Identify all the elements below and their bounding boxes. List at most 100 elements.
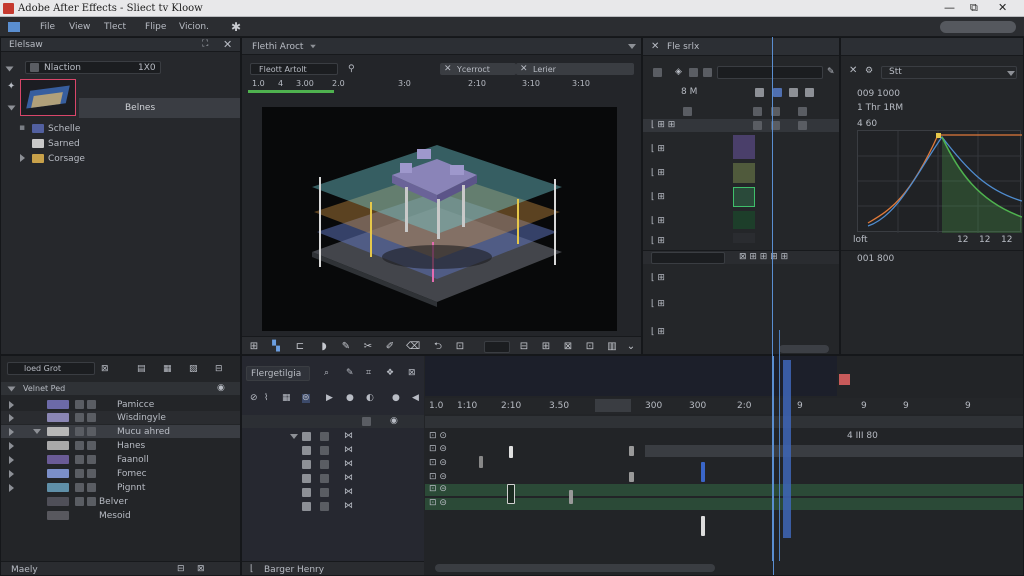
selected-keyframe[interactable]	[783, 360, 791, 538]
zoom-field[interactable]	[484, 341, 510, 353]
footer-trash-icon[interactable]: ⊟	[177, 565, 185, 574]
mask-icon[interactable]: ◗	[318, 341, 330, 353]
selected-item-row[interactable]: Belnes	[79, 98, 240, 118]
motion-blur-icon[interactable]: ❖	[386, 369, 394, 378]
switch-icon-7[interactable]: ◐	[366, 394, 374, 403]
close-panel-icon[interactable]: ✕	[223, 39, 232, 50]
folder-sarned[interactable]: Sarned	[48, 140, 80, 149]
arrow-back-icon[interactable]: ⮌	[432, 341, 444, 353]
viewer-tab-b[interactable]: ✕ Lerier	[516, 63, 634, 75]
viewer-comp-field[interactable]: Fleott Artolt	[250, 63, 338, 75]
track-row[interactable]: ⊡ ⊝	[425, 444, 1023, 457]
box-icon[interactable]	[689, 68, 698, 77]
effects-search[interactable]	[717, 66, 823, 79]
tree-arrow-icon[interactable]	[7, 105, 16, 111]
effect-thumb-5[interactable]	[733, 233, 755, 243]
playhead-line[interactable]	[773, 356, 774, 575]
pen-icon[interactable]: ✐	[384, 341, 396, 353]
lock-icon[interactable]: ⚲	[348, 65, 355, 74]
search-icon[interactable]: ⌕	[324, 369, 329, 378]
layer-menu-icon[interactable]: ▤	[137, 365, 146, 374]
time-indicator-box[interactable]	[595, 399, 631, 412]
switch-icon-2[interactable]: ⌇	[264, 394, 268, 403]
time-scroll[interactable]	[435, 564, 715, 572]
menu-tlect[interactable]: Tlect	[104, 23, 126, 32]
expand-icon[interactable]: ⛶	[202, 40, 208, 49]
tab-menu-icon[interactable]	[310, 44, 316, 49]
transparency-icon[interactable]: ⊡	[584, 341, 596, 353]
switch-icon-8[interactable]: ●	[392, 394, 400, 403]
track-row[interactable]: ⊡ ⊝	[425, 458, 1023, 470]
layer-item[interactable]: Mesoid	[1, 509, 240, 522]
effect-thumb-4[interactable]	[733, 211, 755, 229]
keyframe[interactable]	[629, 446, 634, 456]
tree-expander-icon[interactable]: ▪	[19, 124, 25, 133]
keyframe[interactable]	[507, 484, 515, 504]
collapse-arrow-icon[interactable]	[5, 66, 14, 72]
layer-item[interactable]: Fomec	[1, 467, 240, 480]
footer-lock-icon[interactable]: ⊠	[197, 565, 205, 574]
switch-icon-1[interactable]: ⊘	[250, 394, 258, 403]
track-row[interactable]: ⊡ ⊙ 4 III 80	[425, 430, 1023, 442]
grid-icon[interactable]: ⊟	[518, 341, 530, 353]
layer-item[interactable]: Hanes	[1, 439, 240, 452]
layer-item[interactable]: Belver	[1, 495, 240, 508]
switch-icon-6[interactable]: ●	[346, 394, 354, 403]
snap-icon[interactable]: ✂	[362, 341, 374, 353]
folder-corsage[interactable]: Corsage	[48, 155, 85, 164]
link-icon[interactable]: ◈	[675, 68, 682, 77]
effects-tab[interactable]: Fle srlx	[667, 43, 699, 52]
menu-flipe[interactable]: Flipe	[145, 23, 166, 32]
keyframe[interactable]	[629, 472, 634, 482]
eraser-icon[interactable]: ⌫	[406, 341, 420, 353]
box2-icon[interactable]	[703, 68, 712, 77]
track-row[interactable]: ⊡ ⊝	[425, 472, 1023, 484]
composition-canvas[interactable]	[262, 107, 617, 331]
item-thumbnail[interactable]	[20, 79, 76, 116]
layer-lock-icon[interactable]: ⊟	[215, 365, 223, 374]
graph-area[interactable]	[857, 130, 1023, 233]
keyframe[interactable]	[569, 490, 573, 504]
pin-icon[interactable]: ✦	[7, 82, 15, 92]
keyframe[interactable]	[701, 462, 705, 482]
switch-icon-9[interactable]: ◀	[412, 394, 419, 403]
bookmark-icon[interactable]: ▚	[270, 341, 282, 353]
switch-icon-3[interactable]: ▦	[282, 394, 291, 403]
channel-icon[interactable]: ⊞	[540, 341, 552, 353]
layer-grid-icon[interactable]: ▧	[189, 365, 198, 374]
layer-filter-row[interactable]: Velnet Ped ◉	[1, 382, 240, 395]
layer-item[interactable]: Pamicce	[1, 398, 240, 411]
panel-menu-icon[interactable]	[628, 44, 636, 49]
end-marker[interactable]	[839, 374, 850, 385]
layers-icon[interactable]	[653, 68, 662, 77]
time-ruler[interactable]: 1.0 1:10 2:10 3.50 300 300 2:0 9 9 9 9	[425, 398, 1023, 414]
effects-row-selected[interactable]: ⌊ ⊞ ⊞	[643, 119, 839, 132]
switch-icon-4[interactable]: ⊜	[302, 394, 310, 403]
draft-icon[interactable]: ✎	[346, 369, 354, 378]
graph-toggle-icon[interactable]: ⊠	[408, 369, 416, 378]
item-name-field[interactable]: Nlaction 1X0	[25, 61, 161, 74]
timeline-tab[interactable]: Flergetilgia	[246, 366, 310, 381]
graph-menu-icon[interactable]	[1007, 71, 1015, 76]
layer-item[interactable]: Pignnt	[1, 481, 240, 494]
playhead[interactable]	[772, 37, 773, 561]
brush-icon[interactable]: ✎	[340, 341, 352, 353]
layer-item[interactable]: Wisdingyle	[1, 411, 240, 424]
close-button[interactable]: ✕	[998, 2, 1007, 13]
snapshot-icon[interactable]: ⊞	[248, 341, 260, 353]
effect-thumb-2[interactable]	[733, 163, 755, 183]
more-icon[interactable]: ⌄	[625, 341, 637, 353]
frame-icon[interactable]: ⊡	[454, 341, 466, 353]
menu-view[interactable]: View	[69, 23, 90, 32]
layer-film-icon[interactable]: ▦	[163, 365, 172, 374]
minimize-button[interactable]: —	[944, 2, 955, 13]
search-help-field[interactable]	[940, 21, 1016, 33]
playhead-secondary[interactable]	[779, 330, 780, 561]
layer-search[interactable]: loed Grot	[7, 362, 95, 375]
gear-icon[interactable]: ✱	[231, 21, 241, 33]
switch-icon-5[interactable]: ▶	[326, 394, 333, 403]
keyframe[interactable]	[701, 516, 705, 536]
menu-vicion[interactable]: Vicion.	[179, 23, 209, 32]
viewer-tab[interactable]: Flethi Aroct	[252, 43, 303, 52]
close-tab-icon[interactable]: ✕	[651, 42, 659, 52]
